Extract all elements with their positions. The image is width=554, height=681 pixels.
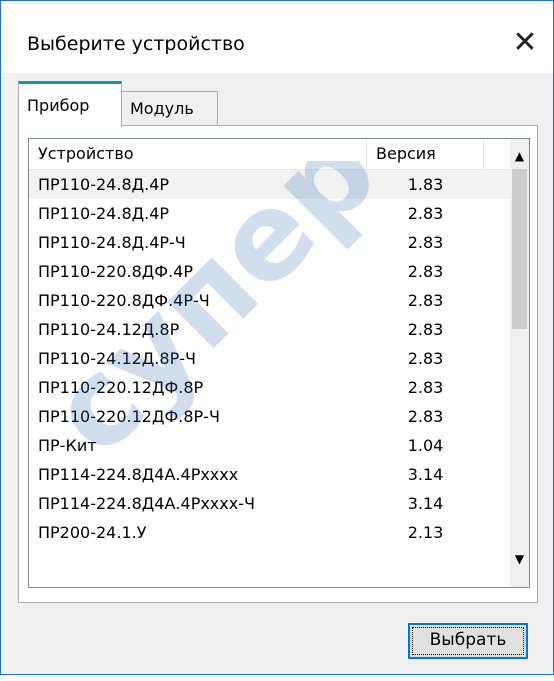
scroll-up-icon[interactable]: ▲	[510, 147, 529, 166]
table-row[interactable]: ПР110-24.8Д.4Р 2.83	[29, 199, 512, 228]
table-row[interactable]: ПР-Кит 1.04	[29, 431, 512, 460]
vertical-scrollbar[interactable]: ▲ ▼	[510, 139, 529, 587]
device-name-cell: ПР110-220.12ДФ.8Р	[38, 378, 204, 397]
device-name-cell: ПР110-220.8ДФ.4Р	[38, 262, 193, 281]
dialog-body: Прибор Модуль Устройство Версия ПР110-24…	[1, 73, 553, 674]
device-name-cell: ПР110-220.12ДФ.8Р-Ч	[38, 407, 220, 426]
version-cell: 1.04	[407, 436, 444, 455]
version-cell: 2.83	[407, 407, 444, 426]
tab-module[interactable]: Модуль	[121, 91, 218, 125]
table-row[interactable]: ПР110-24.12Д.8Р 2.83	[29, 315, 512, 344]
version-cell: 2.83	[407, 204, 444, 223]
table-row[interactable]: ПР114-224.8Д4А.4Рxxxx-Ч 3.14	[29, 489, 512, 518]
table-row[interactable]: ПР110-220.12ДФ.8Р 2.83	[29, 373, 512, 402]
version-cell: 3.14	[407, 494, 444, 513]
dialog-title: Выберите устройство	[27, 33, 245, 55]
table-row[interactable]: ПР110-24.8Д.4Р 1.83	[29, 170, 512, 199]
scrollbar-thumb[interactable]	[512, 169, 527, 329]
version-cell: 2.83	[407, 320, 444, 339]
device-name-cell: ПР-Кит	[38, 436, 97, 455]
column-header-version[interactable]: Версия	[367, 139, 484, 169]
version-cell: 2.83	[407, 349, 444, 368]
close-icon[interactable]: ✕	[507, 25, 543, 61]
version-cell: 2.83	[407, 262, 444, 281]
device-name-cell: ПР110-24.8Д.4Р	[38, 175, 170, 194]
device-name-cell: ПР110-220.8ДФ.4Р-Ч	[38, 291, 210, 310]
table-row[interactable]: ПР110-220.8ДФ.4Р 2.83	[29, 257, 512, 286]
version-cell: 2.13	[407, 523, 444, 542]
device-name-cell: ПР110-24.12Д.8Р-Ч	[38, 349, 196, 368]
tab-page-device: Устройство Версия ПР110-24.8Д.4Р 1.83 ПР11…	[18, 125, 538, 603]
select-button[interactable]: Выбрать	[408, 623, 528, 659]
device-rows: ПР110-24.8Д.4Р 1.83 ПР110-24.8Д.4Р 2.83 ПР11…	[29, 170, 512, 547]
device-name-cell: ПР110-24.12Д.8Р	[38, 320, 180, 339]
table-row[interactable]: ПР110-220.12ДФ.8Р-Ч 2.83	[29, 402, 512, 431]
table-row[interactable]: ПР114-224.8Д4А.4Рxxxx 3.14	[29, 460, 512, 489]
title-bar: Выберите устройство ✕	[1, 1, 553, 81]
tab-device[interactable]: Прибор	[18, 81, 122, 127]
column-header-device[interactable]: Устройство	[29, 139, 367, 169]
list-header: Устройство Версия	[29, 139, 512, 170]
version-cell: 3.14	[407, 465, 444, 484]
device-name-cell: ПР110-24.8Д.4Р	[38, 204, 170, 223]
device-name-cell: ПР114-224.8Д4А.4Рxxxx	[38, 465, 239, 484]
column-header-empty	[484, 139, 512, 169]
scroll-down-icon[interactable]: ▼	[510, 550, 529, 569]
table-row[interactable]: ПР110-220.8ДФ.4Р-Ч 2.83	[29, 286, 512, 315]
device-name-cell: ПР200-24.1.У	[38, 523, 147, 542]
version-cell: 2.83	[407, 233, 444, 252]
table-row[interactable]: ПР110-24.8Д.4Р-Ч 2.83	[29, 228, 512, 257]
device-name-cell: ПР110-24.8Д.4Р-Ч	[38, 233, 186, 252]
version-cell: 2.83	[407, 378, 444, 397]
device-name-cell: ПР114-224.8Д4А.4Рxxxx-Ч	[38, 494, 255, 513]
table-row[interactable]: ПР110-24.12Д.8Р-Ч 2.83	[29, 344, 512, 373]
select-device-dialog: Выберите устройство ✕ Прибор Модуль Устр…	[0, 0, 554, 675]
table-row[interactable]: ПР200-24.1.У 2.13	[29, 518, 512, 547]
version-cell: 1.83	[407, 175, 444, 194]
focus-rectangle	[412, 627, 524, 655]
device-list[interactable]: Устройство Версия ПР110-24.8Д.4Р 1.83 ПР11…	[28, 138, 530, 588]
version-cell: 2.83	[407, 291, 444, 310]
